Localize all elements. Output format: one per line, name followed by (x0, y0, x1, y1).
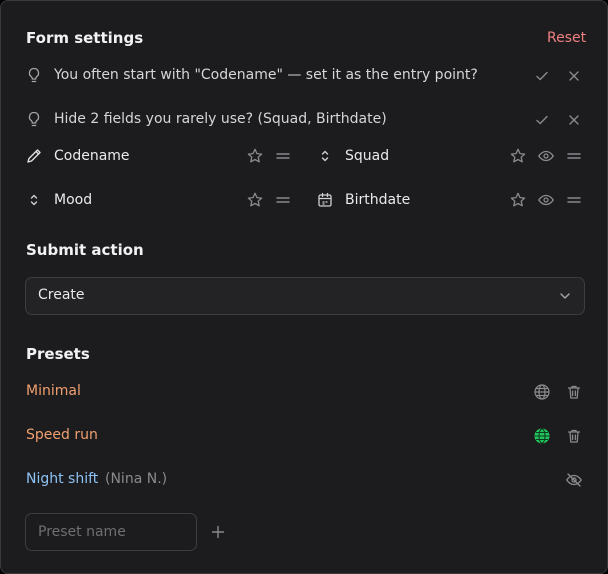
star-icon[interactable] (509, 147, 527, 165)
preset-name-speed-run[interactable]: Speed run (26, 425, 98, 445)
submit-action-title: Submit action (26, 241, 144, 259)
submit-action-select[interactable]: Create (25, 277, 585, 315)
drag-handle-icon[interactable] (274, 147, 292, 165)
drag-handle-icon[interactable] (565, 147, 583, 165)
sort-arrows-icon (316, 147, 334, 165)
sort-arrows-icon (25, 191, 43, 209)
pencil-icon (25, 147, 43, 165)
drag-handle-icon[interactable] (565, 191, 583, 209)
calendar-icon (316, 191, 334, 209)
field-label-birthdate: Birthdate (345, 192, 411, 208)
lightbulb-icon (25, 110, 43, 128)
globe-active-icon[interactable] (533, 427, 551, 445)
chevron-down-icon (556, 287, 574, 305)
form-settings-title: Form settings (26, 29, 144, 47)
presets-title: Presets (26, 345, 90, 363)
submit-action-selected-value: Create (38, 287, 85, 303)
reset-button[interactable]: Reset (547, 28, 586, 48)
star-icon[interactable] (246, 147, 264, 165)
accept-suggestion-check-icon[interactable] (533, 111, 551, 129)
preset-name-minimal[interactable]: Minimal (26, 381, 81, 401)
eye-off-icon[interactable] (565, 471, 583, 489)
dismiss-suggestion-close-icon[interactable] (565, 67, 583, 85)
star-icon[interactable] (509, 191, 527, 209)
preset-owner: (Nina N.) (105, 471, 168, 487)
field-label-codename: Codename (54, 148, 130, 164)
eye-icon[interactable] (537, 191, 555, 209)
trash-icon[interactable] (565, 427, 583, 445)
eye-icon[interactable] (537, 147, 555, 165)
suggestion-text: You often start with "Codename" — set it… (54, 67, 478, 83)
accept-suggestion-check-icon[interactable] (533, 67, 551, 85)
field-label-squad: Squad (345, 148, 390, 164)
trash-icon[interactable] (565, 383, 583, 401)
form-settings-panel: Form settings Reset You often start with… (0, 0, 608, 574)
drag-handle-icon[interactable] (274, 191, 292, 209)
star-icon[interactable] (246, 191, 264, 209)
suggestion-text: Hide 2 fields you rarely use? (Squad, Bi… (54, 111, 387, 127)
field-label-mood: Mood (54, 192, 93, 208)
add-preset-plus-icon[interactable] (209, 523, 227, 541)
preset-name-night-shift[interactable]: Night shift (26, 469, 98, 489)
preset-name-input[interactable] (25, 513, 197, 551)
globe-icon[interactable] (533, 383, 551, 401)
dismiss-suggestion-close-icon[interactable] (565, 111, 583, 129)
lightbulb-icon (25, 66, 43, 84)
